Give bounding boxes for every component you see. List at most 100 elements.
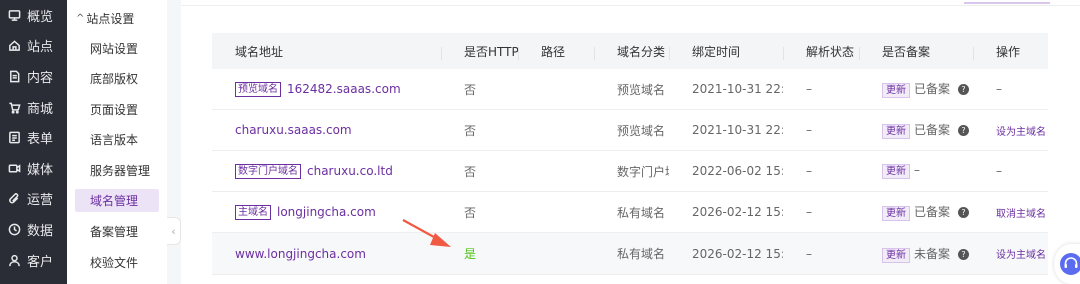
paperclip-icon xyxy=(7,192,21,206)
bind-time-cell: 2021-10-31 22:10:57 xyxy=(692,123,783,137)
nav-item-data[interactable]: 数据 xyxy=(0,214,67,245)
domain-link[interactable]: www.longjingcha.com xyxy=(235,247,366,261)
nav-item-label: 运营 xyxy=(27,193,54,209)
domain-link[interactable]: charuxu.saaas.com xyxy=(235,123,352,137)
headset-icon xyxy=(1060,253,1080,275)
submenu-title: 站点设置 xyxy=(86,11,135,26)
actions-cell: 设为主域名删 xyxy=(973,246,1048,261)
table-row: www.longjingcha.com 是 私有域名 2026-02-12 15… xyxy=(212,233,1048,275)
header-parse-status: 解析状态 xyxy=(783,43,859,60)
nav-item-customer[interactable]: 客户 xyxy=(0,245,67,276)
nav-item-operation[interactable]: 运营 xyxy=(0,184,67,215)
actions-cell: – xyxy=(996,164,1002,178)
record-status: 已备案 xyxy=(914,205,951,219)
help-icon[interactable]: ? xyxy=(958,125,970,136)
submenu-item-language[interactable]: 语言版本 xyxy=(75,128,159,151)
https-cell: 否 xyxy=(464,123,477,138)
actions-cell: 取消主域名 xyxy=(973,205,1048,220)
update-button[interactable]: 更新 xyxy=(882,164,910,179)
collapse-submenu-button[interactable]: ‹ xyxy=(167,217,181,245)
nav-item-label: 商城 xyxy=(27,101,54,117)
domain-cell: 预览域名 162482.saaas.com xyxy=(212,81,441,97)
header-category: 域名分类 xyxy=(594,43,669,60)
header-path: 路径 xyxy=(518,43,594,60)
form-icon xyxy=(7,131,21,145)
top-tabs-strip xyxy=(181,0,1080,6)
category-cell: 私有域名 xyxy=(617,247,666,261)
https-cell: 否 xyxy=(464,164,477,179)
nav-item-label: 客户 xyxy=(27,254,54,270)
parse-status-cell: – xyxy=(806,205,812,219)
customer-support-button[interactable] xyxy=(1054,244,1080,284)
https-cell: 否 xyxy=(464,82,477,97)
domain-type-tag: 数字门户域名 xyxy=(235,163,301,179)
domain-table: 域名地址 是否HTTPS 路径 域名分类 绑定时间 解析状态 是否备案 操作 预… xyxy=(212,33,1048,275)
set-primary-domain-button[interactable]: 设为主域名 xyxy=(996,250,1046,261)
domain-type-tag: 主域名 xyxy=(235,204,271,220)
submenu-item-domain[interactable]: 域名管理 xyxy=(75,189,159,212)
domain-cell: 主域名 longjingcha.com xyxy=(212,204,441,220)
domain-link[interactable]: charuxu.co.ltd xyxy=(307,164,393,178)
nav-item-overview[interactable]: 概览 xyxy=(0,0,67,31)
help-icon[interactable]: ? xyxy=(958,207,970,218)
category-cell: 预览域名 xyxy=(617,82,666,97)
record-cell: 更新 未备案? xyxy=(859,245,973,263)
nav-item-media[interactable]: 媒体 xyxy=(0,153,67,184)
table-row: charuxu.saaas.com 否 预览域名 2021-10-31 22:1… xyxy=(212,110,1048,151)
domain-link[interactable]: longjingcha.com xyxy=(277,205,376,219)
domain-link[interactable]: 162482.saaas.com xyxy=(287,82,401,96)
cancel-primary-domain-button[interactable]: 取消主域名 xyxy=(996,209,1046,220)
bind-time-cell: 2022-06-02 15:17:23 xyxy=(692,164,783,178)
category-cell: 私有域名 xyxy=(617,205,666,220)
record-status: 已备案 xyxy=(914,123,951,137)
user-icon xyxy=(7,253,21,267)
nav-item-form[interactable]: 表单 xyxy=(0,122,67,153)
help-icon[interactable]: ? xyxy=(958,248,970,260)
header-https: 是否HTTPS xyxy=(441,43,518,60)
domain-cell: www.longjingcha.com xyxy=(212,247,441,261)
submenu-item-record[interactable]: 备案管理 xyxy=(75,220,159,243)
submenu-item-page-settings[interactable]: 页面设置 xyxy=(75,98,159,121)
submenu-item-server[interactable]: 服务器管理 xyxy=(75,159,159,182)
submenu-item-copyright[interactable]: 底部版权 xyxy=(75,67,159,90)
update-button[interactable]: 更新 xyxy=(882,124,910,139)
monitor-icon xyxy=(7,8,21,22)
https-cell: 是 xyxy=(464,247,477,261)
actions-cell: – xyxy=(996,82,1002,96)
category-cell: 数字门户域名 xyxy=(617,164,669,179)
nav-item-label: 媒体 xyxy=(27,162,54,178)
submenu-item-site-settings[interactable]: 网站设置 xyxy=(75,37,159,60)
table-row: 数字门户域名 charuxu.co.ltd 否 数字门户域名 2022-06-02… xyxy=(212,151,1048,192)
clock-icon xyxy=(7,222,21,236)
record-cell: 更新 已备案? xyxy=(859,80,973,98)
set-primary-domain-button[interactable]: 设为主域名 xyxy=(996,127,1046,138)
nav-item-site[interactable]: 站点 xyxy=(0,31,67,62)
submenu-panel: ^ 站点设置 网站设置 底部版权 页面设置 语言版本 服务器管理 域名管理 备案… xyxy=(67,0,167,284)
https-cell: 否 xyxy=(464,205,477,220)
submenu-item-verify-file[interactable]: 校验文件 xyxy=(75,251,159,274)
update-button[interactable]: 更新 xyxy=(882,206,910,221)
header-domain: 域名地址 xyxy=(235,44,284,59)
chevron-left-icon: ‹ xyxy=(171,224,176,238)
nav-item-shop[interactable]: 商城 xyxy=(0,92,67,123)
record-cell: 更新 已备案? xyxy=(859,121,973,139)
bind-time-cell: 2026-02-12 15:05:08 xyxy=(692,246,783,261)
table-header: 域名地址 是否HTTPS 路径 域名分类 绑定时间 解析状态 是否备案 操作 xyxy=(212,33,1048,69)
nav-item-content[interactable]: 内容 xyxy=(0,61,67,92)
header-actions: 操作 xyxy=(973,43,1048,60)
domain-cell: 数字门户域名 charuxu.co.ltd xyxy=(212,163,441,179)
nav-item-label: 站点 xyxy=(27,40,54,56)
main-content: 域名地址 是否HTTPS 路径 域名分类 绑定时间 解析状态 是否备案 操作 预… xyxy=(181,0,1080,284)
main-nav: 概览 站点 内容 商城 表单 媒体 运营 数据 客户 xyxy=(0,0,67,284)
bind-time-cell: 2026-02-12 15:05:08 xyxy=(692,205,783,219)
update-button[interactable]: 更新 xyxy=(882,247,910,263)
parse-status-cell: – xyxy=(806,164,812,178)
help-icon[interactable]: ? xyxy=(958,84,970,95)
parse-status-cell: – xyxy=(806,123,812,137)
submenu-header[interactable]: ^ 站点设置 xyxy=(67,0,167,36)
update-button[interactable]: 更新 xyxy=(882,83,910,98)
record-status: 已备案 xyxy=(914,82,951,96)
video-icon xyxy=(7,161,21,175)
header-bind-time: 绑定时间 xyxy=(669,43,783,60)
record-cell: 更新 已备案? xyxy=(859,203,973,221)
